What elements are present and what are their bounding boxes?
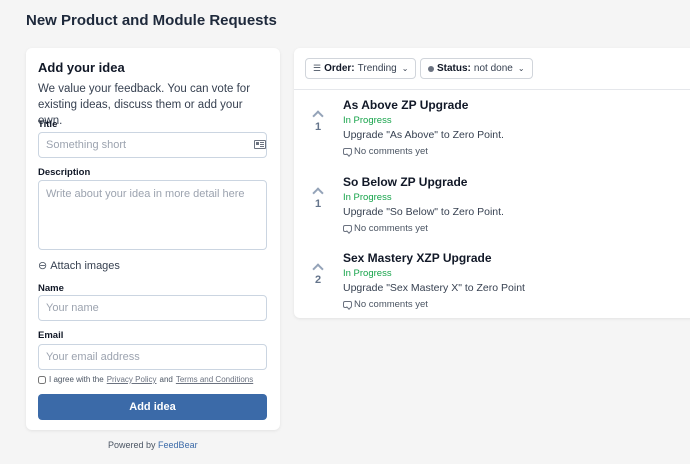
idea-title[interactable]: As Above ZP Upgrade: [343, 98, 468, 112]
id-card-icon: [254, 140, 266, 149]
agree-and: and: [159, 375, 173, 384]
comments-label: No comments yet: [354, 146, 428, 157]
idea-status: In Progress: [343, 268, 392, 279]
feedbear-link[interactable]: FeedBear: [158, 440, 198, 450]
title-label: Title: [38, 119, 58, 130]
form-intro: We value your feedback. You can vote for…: [38, 83, 251, 127]
chevron-down-icon: ⌄: [401, 64, 409, 73]
idea-status: In Progress: [343, 192, 392, 203]
order-key: Order:: [324, 63, 355, 74]
email-label: Email: [38, 330, 64, 341]
attach-images-label: Attach images: [50, 259, 120, 272]
comments-label: No comments yet: [354, 299, 428, 310]
order-dropdown[interactable]: ☰ Order: Trending ⌄: [305, 58, 417, 79]
chevron-up-icon: [312, 110, 324, 122]
filter-bar: ☰ Order: Trending ⌄ Status: not done ⌄: [294, 48, 690, 90]
status-key: Status:: [437, 63, 471, 74]
add-idea-button[interactable]: Add idea: [38, 394, 267, 420]
upvote-button[interactable]: 1: [311, 187, 325, 210]
name-label: Name: [38, 283, 64, 294]
idea-description: Upgrade "Sex Mastery X" to Zero Point: [343, 282, 525, 294]
ideas-panel: ☰ Order: Trending ⌄ Status: not done ⌄ 1…: [294, 48, 690, 318]
vote-count: 1: [314, 121, 322, 133]
comment-icon: [343, 225, 352, 232]
idea-comments[interactable]: No comments yet: [343, 146, 428, 157]
comment-icon: [343, 301, 352, 308]
idea-comments[interactable]: No comments yet: [343, 299, 428, 310]
agree-checkbox[interactable]: [38, 375, 46, 384]
paperclip-icon: ⊘: [34, 258, 50, 274]
chevron-up-icon: [312, 263, 324, 275]
idea-comments[interactable]: No comments yet: [343, 223, 428, 234]
title-input[interactable]: [38, 132, 267, 158]
idea-item[interactable]: 2 Sex Mastery XZP Upgrade In Progress Up…: [294, 251, 690, 327]
idea-title[interactable]: Sex Mastery XZP Upgrade: [343, 251, 492, 265]
privacy-policy-link[interactable]: Privacy Policy: [107, 375, 157, 384]
idea-title[interactable]: So Below ZP Upgrade: [343, 175, 467, 189]
agree-prefix: I agree with the: [49, 375, 104, 384]
upvote-button[interactable]: 1: [311, 110, 325, 133]
description-textarea[interactable]: [38, 180, 267, 250]
idea-status: In Progress: [343, 115, 392, 126]
idea-item[interactable]: 1 So Below ZP Upgrade In Progress Upgrad…: [294, 175, 690, 251]
description-label: Description: [38, 167, 91, 178]
upvote-button[interactable]: 2: [311, 263, 325, 286]
add-idea-form: Add your idea We value your feedback. Yo…: [26, 48, 280, 430]
status-dropdown[interactable]: Status: not done ⌄: [420, 58, 533, 79]
vote-count: 2: [314, 274, 322, 286]
page-title: New Product and Module Requests: [26, 12, 277, 29]
status-dot-icon: [428, 65, 434, 72]
chevron-down-icon: ⌄: [517, 64, 525, 73]
agree-row: I agree with the Privacy Policy and Term…: [38, 375, 253, 384]
comment-icon: [343, 148, 352, 155]
sort-icon: ☰: [313, 63, 322, 73]
status-value: not done: [473, 63, 513, 74]
chevron-up-icon: [312, 187, 324, 199]
idea-description: Upgrade "So Below" to Zero Point.: [343, 206, 504, 218]
vote-count: 1: [314, 198, 322, 210]
idea-description: Upgrade "As Above" to Zero Point.: [343, 129, 504, 141]
form-heading: Add your idea: [38, 60, 125, 75]
comments-label: No comments yet: [354, 223, 428, 234]
email-input[interactable]: [38, 344, 267, 370]
attach-images-button[interactable]: ⊘ Attach images: [34, 258, 120, 274]
powered-prefix: Powered by: [108, 440, 156, 450]
powered-by: Powered by FeedBear: [108, 440, 198, 450]
idea-item[interactable]: 1 As Above ZP Upgrade In Progress Upgrad…: [294, 98, 690, 174]
order-value: Trending: [357, 63, 397, 74]
terms-link[interactable]: Terms and Conditions: [176, 375, 253, 384]
name-input[interactable]: [38, 295, 267, 321]
